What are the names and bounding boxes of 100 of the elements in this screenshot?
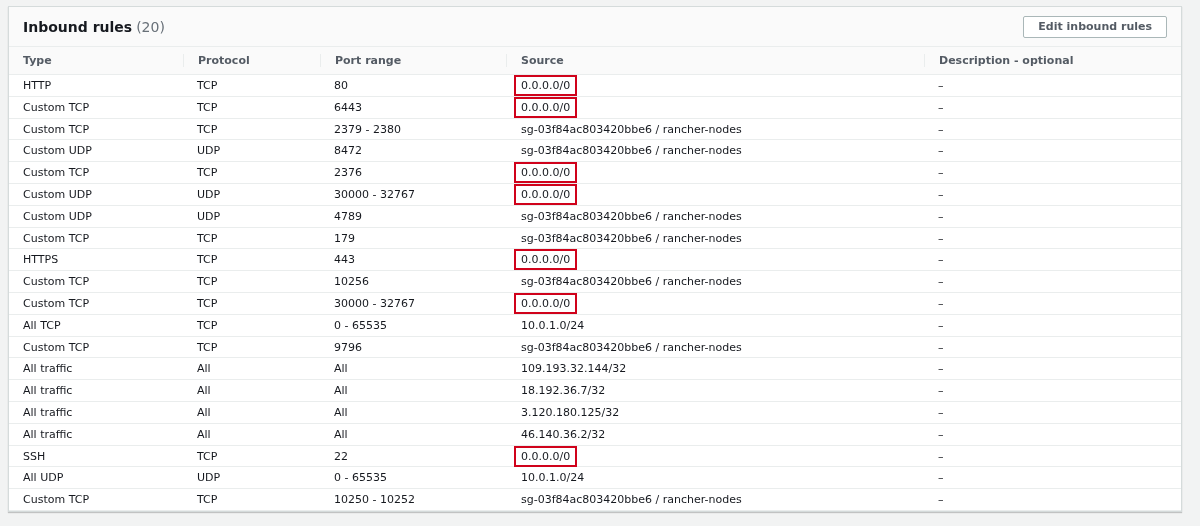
table-cell: UDP [197,471,221,485]
table-cell: Custom TCP [23,275,90,289]
table-cell: HTTP [23,79,52,92]
table-cell: All TCP [23,318,61,332]
table-cell: – [938,384,944,398]
table-cell: TCP [197,100,218,114]
table-cell: All [334,427,348,441]
table-cell: TCP [197,318,218,332]
table-cell-text: 109.193.32.144/32 [520,361,628,378]
table-cell: – [938,122,944,136]
column-header[interactable]: Description - optional [924,54,1181,67]
table-cell: – [938,362,944,376]
highlighted-cell: 0.0.0.0/0 [514,184,578,205]
table-cell-text: 18.192.36.7/32 [520,383,607,400]
table-cell: All [197,384,211,398]
table-cell-text: sg-03f84ac803420bbe6 / rancher-nodes [520,492,743,509]
table-cell-text: sg-03f84ac803420bbe6 / rancher-nodes [520,230,743,247]
table-cell: TCP [197,253,218,267]
table-cell: All [197,362,211,376]
table-cell: All [334,384,348,398]
rule-count: (20) [136,18,165,35]
edit-rules-button[interactable]: Edit inbound rules [1023,15,1167,38]
table-cell: – [938,231,944,245]
table-cell-text: sg-03f84ac803420bbe6 / rancher-nodes [520,274,743,291]
table-cell: 10256 [334,275,369,289]
table-cell: – [938,100,944,114]
table-cell: – [938,318,944,332]
panel-title: Inbound rules [23,18,133,35]
table-cell: Custom UDP [23,209,92,223]
table-cell: Custom TCP [23,100,90,114]
table-cell: – [938,209,944,223]
table-cell: UDP [197,188,221,201]
table-cell: – [938,166,944,180]
highlighted-cell: 0.0.0.0/0 [514,96,578,118]
column-header[interactable]: Type [9,54,183,67]
table-cell: – [938,188,944,201]
table-cell-text: 10.0.1.0/24 [520,470,586,487]
table-cell-text: sg-03f84ac803420bbe6 / rancher-nodes [520,121,743,138]
table-cell: Custom TCP [23,231,90,245]
highlighted-cell: 0.0.0.0/0 [514,249,578,271]
table-cell: All UDP [23,471,64,485]
table-cell: Custom TCP [23,340,90,354]
table-cell: TCP [197,493,218,507]
column-header[interactable]: Protocol [183,54,320,67]
table-cell: All traffic [23,384,73,398]
table-cell: Custom TCP [23,166,90,180]
table-cell: Custom TCP [23,122,90,136]
table-cell: 80 [334,79,348,92]
table-cell: 6443 [334,100,362,114]
column-header[interactable]: Port range [320,54,506,67]
table-cell: All [197,405,211,419]
table-cell: TCP [197,122,218,136]
table-cell: Custom TCP [23,493,90,507]
table-cell: UDP [197,209,221,223]
table-cell: HTTPS [23,253,59,267]
table-cell: – [938,471,944,485]
table-cell: 2376 [334,166,362,180]
table-cell: 30000 - 32767 [334,296,415,310]
table-cell: – [938,79,944,92]
table-cell: Custom UDP [23,144,92,158]
table-cell: All traffic [23,362,73,376]
table-cell: 9796 [334,340,362,354]
table-cell: – [938,427,944,441]
table-cell-text: sg-03f84ac803420bbe6 / rancher-nodes [520,143,743,160]
table-cell: – [938,275,944,289]
table-cell: TCP [197,275,218,289]
table-cell-text: sg-03f84ac803420bbe6 / rancher-nodes [520,339,743,356]
table-cell: – [938,144,944,158]
table-cell: 8472 [334,144,362,158]
table-cell: – [938,449,944,463]
table-cell-text: sg-03f84ac803420bbe6 / rancher-nodes [520,208,743,225]
highlighted-cell: 0.0.0.0/0 [514,162,578,184]
table-cell: – [938,340,944,354]
table-cell: 22 [334,449,348,463]
table-cell: SSH [23,449,46,463]
table-cell: All [334,405,348,419]
table-cell: UDP [197,144,221,158]
table-cell: 4789 [334,209,362,223]
table-cell: Custom TCP [23,296,90,310]
table-cell: – [938,296,944,310]
table-cell: TCP [197,166,218,180]
table-cell: 30000 - 32767 [334,188,415,201]
table-cell-text: 46.140.36.2/32 [520,426,607,443]
table-cell: 2379 - 2380 [334,122,401,136]
table-cell: 10250 - 10252 [334,493,415,507]
column-header[interactable]: Source [506,54,924,67]
table-cell: TCP [197,449,218,463]
table-cell: All traffic [23,405,73,419]
table-cell-text: 3.120.180.125/32 [520,404,621,421]
table-cell: TCP [197,296,218,310]
highlighted-cell: 0.0.0.0/0 [514,445,578,467]
table-cell: – [938,493,944,507]
table-cell: Custom UDP [23,188,92,201]
table-cell: – [938,253,944,267]
highlighted-cell: 0.0.0.0/0 [514,292,578,314]
table-cell: 179 [334,231,355,245]
table-cell: 0 - 65535 [334,471,387,485]
table-cell: All [334,362,348,376]
table-cell: 443 [334,253,355,267]
table-cell: – [938,405,944,419]
